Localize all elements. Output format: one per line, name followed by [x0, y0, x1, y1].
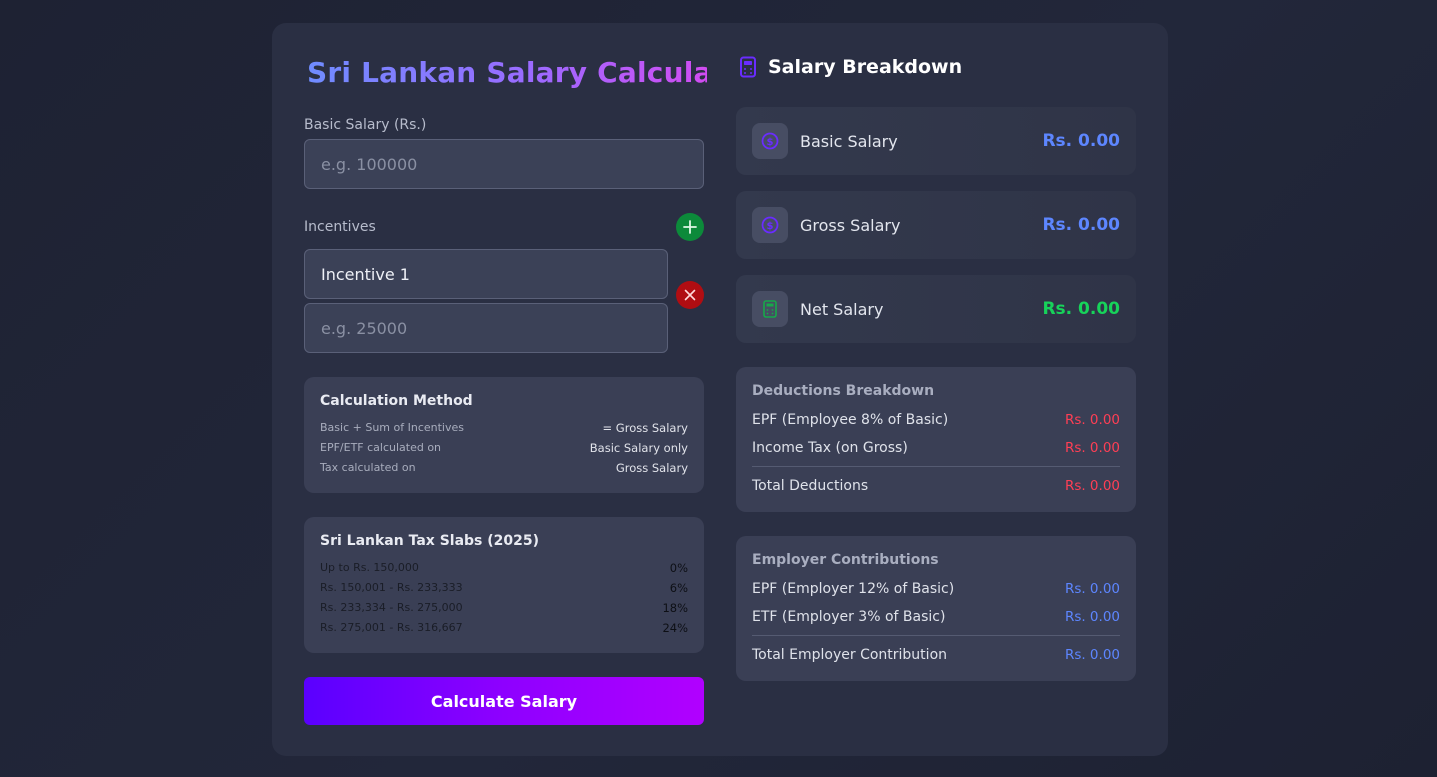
method-value: = Gross Salary	[602, 421, 688, 435]
deduction-value: Rs. 0.00	[1064, 440, 1120, 456]
calculation-method-box: Calculation Method Basic + Sum of Incent…	[304, 377, 704, 493]
employer-title: Employer Contributions	[752, 552, 939, 568]
add-incentive-button[interactable]	[676, 213, 704, 241]
method-key: Basic + Sum of Incentives	[320, 421, 464, 434]
svg-text:$: $	[767, 137, 774, 148]
deduction-row: EPF (Employee 8% of Basic) Rs. 0.00	[752, 406, 1120, 434]
basic-salary-summary: $ Basic Salary Rs. 0.00	[736, 107, 1136, 175]
breakdown-header: Salary Breakdown	[738, 56, 962, 78]
employer-label: EPF (Employer 12% of Basic)	[752, 581, 955, 597]
page-title: Sri Lankan Salary Calculator	[307, 56, 760, 89]
method-row: EPF/ETF calculated on Basic Salary only	[320, 438, 688, 458]
svg-text:$: $	[767, 221, 774, 232]
summary-label: Net Salary	[800, 299, 884, 319]
deductions-title: Deductions Breakdown	[752, 383, 935, 399]
employer-value: Rs. 0.00	[1064, 609, 1120, 625]
tax-slabs-box: Sri Lankan Tax Slabs (2025) Up to Rs. 15…	[304, 517, 704, 653]
basic-salary-label: Basic Salary (Rs.)	[304, 117, 427, 133]
incentive-name-input[interactable]: Incentive 1	[304, 249, 668, 299]
tax-slab-row: Up to Rs. 150,000 0%	[320, 558, 688, 578]
tax-slab-rate: 0%	[669, 561, 688, 575]
plus-icon	[683, 220, 697, 234]
deduction-label: Income Tax (on Gross)	[752, 440, 908, 456]
remove-incentive-button[interactable]	[676, 281, 704, 309]
incentive-name-value: Incentive 1	[321, 264, 410, 284]
employer-value: Rs. 0.00	[1064, 581, 1120, 597]
salary-calculator-card: Sri Lankan Salary Calculator Basic Salar…	[272, 23, 1168, 756]
close-icon	[684, 289, 696, 301]
calculation-method-title: Calculation Method	[320, 393, 473, 409]
net-salary-summary: Net Salary Rs. 0.00	[736, 275, 1136, 343]
deduction-row: Income Tax (on Gross) Rs. 0.00	[752, 434, 1120, 462]
incentives-label: Incentives	[304, 219, 376, 235]
basic-salary-placeholder: e.g. 100000	[321, 154, 418, 174]
tax-slab-rate: 24%	[662, 621, 688, 635]
total-employer-label: Total Employer Contribution	[752, 647, 948, 663]
tax-slab-row: Rs. 150,001 - Rs. 233,333 6%	[320, 578, 688, 598]
deduction-value: Rs. 0.00	[1064, 412, 1120, 428]
method-row: Basic + Sum of Incentives = Gross Salary	[320, 418, 688, 438]
employer-label: ETF (Employer 3% of Basic)	[752, 609, 946, 625]
calculator-icon	[752, 291, 788, 327]
calculator-icon	[740, 56, 756, 78]
summary-label: Basic Salary	[800, 131, 898, 151]
total-deductions-value: Rs. 0.00	[1064, 478, 1120, 494]
tax-slabs-title: Sri Lankan Tax Slabs (2025)	[320, 533, 540, 549]
summary-value: Rs. 0.00	[1042, 299, 1120, 319]
total-employer-value: Rs. 0.00	[1064, 647, 1120, 663]
incentive-amount-placeholder: e.g. 25000	[321, 318, 408, 338]
method-key: EPF/ETF calculated on	[320, 441, 442, 454]
breakdown-title: Salary Breakdown	[768, 56, 963, 78]
method-value: Basic Salary only	[589, 441, 688, 455]
deduction-label: EPF (Employee 8% of Basic)	[752, 412, 949, 428]
tax-slab-rate: 18%	[662, 601, 688, 615]
tax-slab-range: Rs. 275,001 - Rs. 316,667	[320, 621, 463, 634]
total-deductions-row: Total Deductions Rs. 0.00	[752, 466, 1120, 494]
gross-salary-summary: $ Gross Salary Rs. 0.00	[736, 191, 1136, 259]
method-key: Tax calculated on	[320, 461, 416, 474]
summary-label: Gross Salary	[800, 215, 901, 235]
employer-row: ETF (Employer 3% of Basic) Rs. 0.00	[752, 603, 1120, 631]
basic-salary-input[interactable]: e.g. 100000	[304, 139, 704, 189]
tax-slab-row: Rs. 275,001 - Rs. 316,667 24%	[320, 618, 688, 638]
total-employer-row: Total Employer Contribution Rs. 0.00	[752, 635, 1120, 663]
tax-slab-range: Up to Rs. 150,000	[320, 561, 419, 574]
tax-slab-row: Rs. 233,334 - Rs. 275,000 18%	[320, 598, 688, 618]
dollar-coin-icon: $	[752, 123, 788, 159]
total-deductions-label: Total Deductions	[752, 478, 869, 494]
tax-slab-range: Rs. 233,334 - Rs. 275,000	[320, 601, 463, 614]
summary-value: Rs. 0.00	[1042, 215, 1120, 235]
employer-contributions-box: Employer Contributions EPF (Employer 12%…	[736, 536, 1136, 681]
deductions-box: Deductions Breakdown EPF (Employee 8% of…	[736, 367, 1136, 512]
tax-slab-rate: 6%	[669, 581, 688, 595]
method-row: Tax calculated on Gross Salary	[320, 458, 688, 478]
calculate-salary-button[interactable]: Calculate Salary	[304, 677, 704, 725]
tax-slab-range: Rs. 150,001 - Rs. 233,333	[320, 581, 463, 594]
summary-value: Rs. 0.00	[1042, 131, 1120, 151]
employer-row: EPF (Employer 12% of Basic) Rs. 0.00	[752, 575, 1120, 603]
dollar-coin-icon: $	[752, 207, 788, 243]
method-value: Gross Salary	[615, 461, 688, 475]
incentive-amount-input[interactable]: e.g. 25000	[304, 303, 668, 353]
